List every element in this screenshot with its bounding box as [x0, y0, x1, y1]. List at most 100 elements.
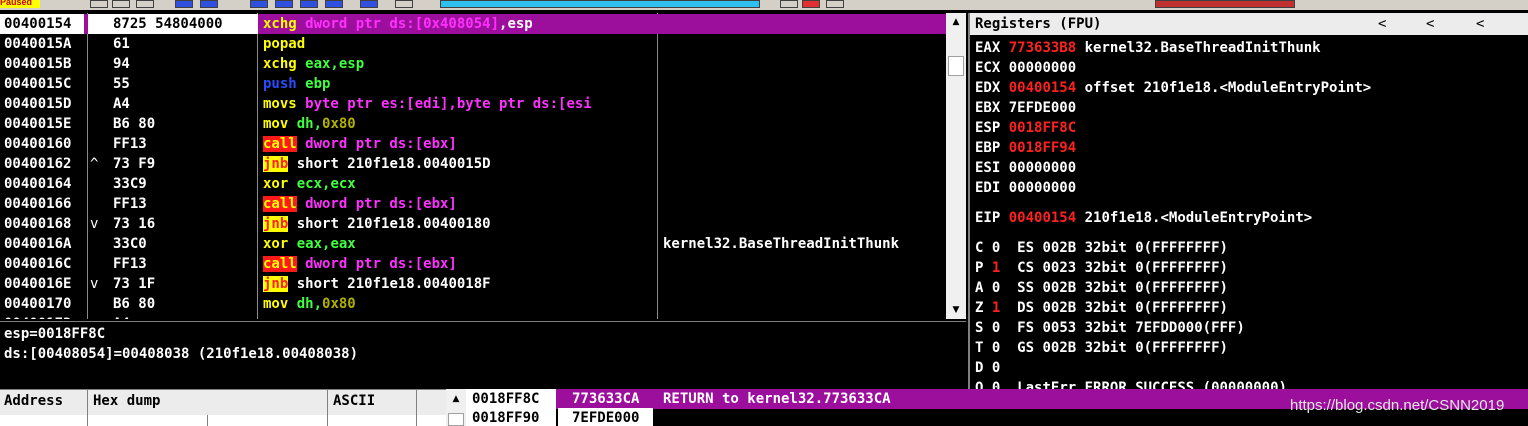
toolbar-button[interactable] [175, 0, 193, 8]
disasm-row[interactable]: 0040016C FF13 call dword ptr ds:[ebx] [0, 254, 946, 274]
toolbar-button[interactable] [250, 0, 268, 8]
toolbar-button[interactable] [360, 0, 378, 8]
flag-value[interactable]: 1 [992, 300, 1000, 316]
disasm-row[interactable]: 00400172 A4 movs [0, 314, 946, 319]
toolbar-button[interactable] [300, 0, 318, 8]
flag-segment-line[interactable]: A 0 SS 002B 32bit 0(FFFFFFFF) [975, 278, 1236, 298]
toolbar-button[interactable] [136, 0, 154, 8]
disasm-address[interactable]: 00400162 [4, 154, 71, 174]
stack-address[interactable]: 0018FF90 [466, 408, 556, 426]
toolbar-button[interactable] [200, 0, 218, 8]
toolbar-button[interactable] [275, 0, 293, 8]
flag-value[interactable]: 0 [992, 340, 1000, 356]
register-value[interactable]: 00400154 [1009, 80, 1076, 96]
disasm-address[interactable]: 0040016C [4, 254, 71, 274]
disasm-row[interactable]: 0040015C 55 push ebp [0, 74, 946, 94]
register-line[interactable]: ESI 00000000 [975, 158, 1085, 178]
chevron-left-icon[interactable]: < [1476, 14, 1484, 34]
flag-segment-line[interactable]: P 1 CS 0023 32bit 0(FFFFFFFF) [975, 258, 1236, 278]
toolbar-button[interactable] [112, 0, 130, 8]
stack-scrollbar[interactable]: ▲ [446, 389, 466, 426]
stack-value[interactable]: 7EFDE000 [558, 408, 653, 426]
disasm-row[interactable]: 00400168 v 73 16 jnb short 210f1e18.0040018… [0, 214, 946, 234]
dump-col-ascii[interactable]: ASCII [333, 393, 375, 409]
disasm-address[interactable]: 0040015E [4, 114, 71, 134]
disasm-address[interactable]: 00400154 [0, 14, 84, 34]
flag-segment-line[interactable]: Z 1 DS 002B 32bit 0(FFFFFFFF) [975, 298, 1236, 318]
disasm-address[interactable]: 0040015B [4, 54, 71, 74]
register-line[interactable]: EIP 00400154 210f1e18.<ModuleEntryPoint> [975, 208, 1312, 228]
flag-segment-line[interactable]: S 0 FS 0053 32bit 7EFDD000(FFF) [975, 318, 1253, 338]
stack-address[interactable]: 0018FF8C [466, 389, 556, 409]
toolbar-button[interactable] [802, 0, 820, 8]
register-line[interactable]: ECX 00000000 [975, 58, 1085, 78]
disasm-row[interactable]: 00400154 8725 54804000 xchg dword ptr ds:[… [0, 14, 946, 34]
disasm-row[interactable]: 00400162 ^ 73 F9 jnb short 210f1e18.0040015… [0, 154, 946, 174]
register-line[interactable]: EBP 0018FF94 [975, 138, 1085, 158]
disasm-row[interactable]: 00400160 FF13 call dword ptr ds:[ebx] [0, 134, 946, 154]
disasm-address[interactable]: 00400160 [4, 134, 71, 154]
flag-segment-line[interactable]: D 0 [975, 358, 1051, 378]
flag-value[interactable]: 0 [992, 320, 1000, 336]
scroll-up-icon[interactable]: ▲ [946, 13, 966, 31]
toolbar-button[interactable] [325, 0, 343, 8]
disasm-address[interactable]: 00400164 [4, 174, 71, 194]
disassembly-pane[interactable]: 00400154 8725 54804000 xchg dword ptr ds:[… [0, 13, 946, 319]
register-value[interactable]: 00000000 [1009, 180, 1076, 196]
disasm-row[interactable]: 0040015B 94 xchg eax,esp [0, 54, 946, 74]
disasm-row[interactable]: 0040015A 61 popad [0, 34, 946, 54]
disasm-address[interactable]: 0040015D [4, 94, 71, 114]
disasm-address[interactable]: 00400172 [4, 314, 71, 319]
dump-pane[interactable] [0, 415, 446, 426]
disassembly-scrollbar[interactable]: ▲ ▼ [946, 13, 966, 319]
disasm-address[interactable]: 00400170 [4, 294, 71, 314]
disasm-address[interactable]: 0040016A [4, 234, 71, 254]
scroll-thumb[interactable] [448, 413, 464, 426]
register-line[interactable]: ESP 0018FF8C [975, 118, 1085, 138]
flag-value[interactable]: 1 [992, 260, 1000, 276]
register-value[interactable]: 773633B8 [1009, 40, 1076, 56]
toolbar-button[interactable] [826, 0, 844, 8]
scroll-up-icon[interactable]: ▲ [446, 389, 466, 405]
toolbar-button[interactable] [90, 0, 108, 8]
chevron-left-icon[interactable]: < [1426, 14, 1434, 34]
register-value[interactable]: 00000000 [1009, 160, 1076, 176]
scroll-thumb[interactable] [948, 56, 964, 76]
flag-segment-line[interactable]: T 0 GS 002B 32bit 0(FFFFFFFF) [975, 338, 1236, 358]
flag-value[interactable]: 0 [992, 360, 1000, 376]
register-line[interactable]: EBX 7EFDE000 [975, 98, 1085, 118]
chevron-left-icon[interactable]: < [1378, 14, 1386, 34]
register-value[interactable]: 00400154 [1009, 210, 1076, 226]
flag-value[interactable]: 0 [992, 280, 1000, 296]
register-line[interactable]: EDX 00400154 offset 210f1e18.<ModuleEntr… [975, 78, 1371, 98]
disasm-row[interactable]: 00400170 B6 80 mov dh,0x80 [0, 294, 946, 314]
register-value[interactable]: 00000000 [1009, 60, 1076, 76]
toolbar-plugin-buttons[interactable] [1155, 0, 1295, 8]
stack-value[interactable]: 773633CA [558, 389, 653, 409]
flag-segment-line[interactable]: C 0 ES 002B 32bit 0(FFFFFFFF) [975, 238, 1236, 258]
disasm-address[interactable]: 00400166 [4, 194, 71, 214]
register-value[interactable]: 0018FF94 [1009, 140, 1076, 156]
dump-col-address[interactable]: Address [4, 393, 63, 409]
scroll-down-icon[interactable]: ▼ [946, 301, 966, 319]
register-value[interactable]: 0018FF8C [1009, 120, 1076, 136]
disasm-address[interactable]: 00400168 [4, 214, 71, 234]
disasm-address[interactable]: 0040015A [4, 34, 71, 54]
registers-pane[interactable]: Registers (FPU) < < < EAX 773633B8 kerne… [968, 13, 1528, 396]
dump-col-hex[interactable]: Hex dump [93, 393, 160, 409]
register-value[interactable]: 7EFDE000 [1009, 100, 1076, 116]
disasm-row[interactable]: 00400166 FF13 call dword ptr ds:[ebx] [0, 194, 946, 214]
disasm-address[interactable]: 0040015C [4, 74, 71, 94]
toolbar-button[interactable] [780, 0, 798, 8]
register-line[interactable]: EAX 773633B8 kernel32.BaseThreadInitThun… [975, 38, 1321, 58]
disasm-row[interactable]: 00400164 33C9 xor ecx,ecx [0, 174, 946, 194]
disasm-row[interactable]: 0040015D A4 movs byte ptr es:[edi],byte pt… [0, 94, 946, 114]
toolbar-button[interactable] [395, 0, 413, 8]
disasm-row[interactable]: 0040016E v 73 1F jnb short 210f1e18.0040018… [0, 274, 946, 294]
toolbar-window-buttons[interactable] [440, 0, 760, 8]
disasm-row[interactable]: 0040016A 33C0 xor eax,eax kernel32.BaseThre… [0, 234, 946, 254]
flag-value[interactable]: 0 [992, 240, 1000, 256]
registers-header[interactable]: Registers (FPU) < < < [970, 13, 1528, 35]
register-line[interactable]: EDI 00000000 [975, 178, 1085, 198]
disasm-row[interactable]: 0040015E B6 80 mov dh,0x80 [0, 114, 946, 134]
